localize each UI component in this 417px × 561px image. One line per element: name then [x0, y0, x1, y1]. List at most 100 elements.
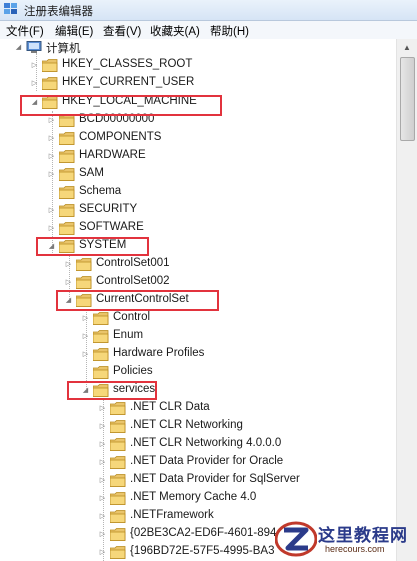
tree-node-label[interactable]: SAM: [79, 167, 104, 179]
tree-node-label[interactable]: Enum: [113, 329, 143, 341]
tree-node-label[interactable]: SECURITY: [79, 203, 137, 215]
collapse-arrow-icon[interactable]: ◢: [81, 386, 90, 395]
title-bar: 注册表编辑器: [0, 0, 417, 21]
expand-arrow-icon[interactable]: ▷: [64, 260, 73, 269]
expand-arrow-icon[interactable]: ▷: [47, 206, 56, 215]
tree-node-service[interactable]: ▷ .NET Data Provider for Oracle: [0, 454, 396, 472]
tree-node-label[interactable]: {196BD72E-57F5-4995-BA3: [130, 545, 275, 557]
tree-node-controlset001[interactable]: ▷ ControlSet001: [0, 256, 396, 274]
tree-node-label[interactable]: .NET Data Provider for SqlServer: [130, 473, 300, 485]
expand-arrow-icon[interactable]: ▷: [30, 79, 39, 88]
tree-node-label[interactable]: .NET CLR Data: [130, 401, 210, 413]
expand-arrow-icon[interactable]: ▷: [47, 170, 56, 179]
tree-node-label[interactable]: HKEY_CURRENT_USER: [62, 76, 194, 88]
tree-node-hkey-current-user[interactable]: ▷ HKEY_CURRENT_USER: [0, 75, 396, 93]
tree-node-label[interactable]: HARDWARE: [79, 149, 146, 161]
collapse-arrow-icon[interactable]: ◢: [47, 242, 56, 251]
tree-node-hkey-classes-root[interactable]: ▷ HKEY_CLASSES_ROOT: [0, 57, 396, 75]
expand-arrow-icon[interactable]: ▷: [47, 224, 56, 233]
expand-arrow-icon[interactable]: ▷: [47, 134, 56, 143]
folder-icon: [59, 240, 75, 253]
folder-icon: [93, 366, 109, 379]
scroll-up-icon[interactable]: ▲: [397, 39, 417, 57]
tree-node-label[interactable]: Policies: [113, 365, 153, 377]
collapse-arrow-icon[interactable]: ◢: [64, 296, 73, 305]
tree-node-label[interactable]: Hardware Profiles: [113, 347, 204, 359]
expand-arrow-icon[interactable]: ▷: [98, 548, 107, 557]
tree-node-control[interactable]: ▷ Control: [0, 310, 396, 328]
tree-node-hardware[interactable]: ▷ HARDWARE: [0, 148, 396, 166]
collapse-arrow-icon[interactable]: ◢: [14, 43, 23, 52]
tree-node-service[interactable]: ▷ .NET Memory Cache 4.0: [0, 490, 396, 508]
tree-node-computer[interactable]: ◢ 计算机: [0, 39, 396, 57]
tree-node-sam[interactable]: ▷ SAM: [0, 166, 396, 184]
folder-icon: [59, 168, 75, 181]
registry-tree[interactable]: ◢ 计算机 ▷ HKEY_CLASSES_ROOT ▷ HKEY_CURRENT_USER…: [0, 39, 396, 561]
tree-node-hardware-profiles[interactable]: ▷ Hardware Profiles: [0, 346, 396, 364]
tree-node-service[interactable]: ▷ .NET CLR Networking: [0, 418, 396, 436]
tree-node-components[interactable]: ▷ COMPONENTS: [0, 130, 396, 148]
folder-icon: [93, 384, 109, 397]
tree-node-label[interactable]: .NET CLR Networking: [130, 419, 243, 431]
tree-node-label[interactable]: Control: [113, 311, 150, 323]
tree-node-label[interactable]: .NET CLR Networking 4.0.0.0: [130, 437, 281, 449]
tree-node-currentcontrolset[interactable]: ◢ CurrentControlSet: [0, 292, 396, 310]
expand-arrow-icon[interactable]: ▷: [64, 278, 73, 287]
vertical-scrollbar[interactable]: ▲: [396, 39, 417, 561]
expand-arrow-icon[interactable]: ▷: [47, 152, 56, 161]
tree-node-system[interactable]: ◢ SYSTEM: [0, 238, 396, 256]
tree-node-label[interactable]: services: [113, 383, 155, 395]
expand-arrow-icon[interactable]: ▷: [98, 530, 107, 539]
tree-node-label[interactable]: {02BE3CA2-ED6F-4601-894: [130, 527, 276, 539]
collapse-arrow-icon[interactable]: ◢: [30, 98, 39, 107]
menu-help[interactable]: 帮助(H): [210, 23, 249, 39]
expand-arrow-icon[interactable]: ▷: [81, 314, 90, 323]
tree-node-service[interactable]: ▷ .NET CLR Networking 4.0.0.0: [0, 436, 396, 454]
tree-node-label[interactable]: 计算机: [46, 40, 81, 56]
menu-edit[interactable]: 编辑(E): [55, 23, 93, 39]
menu-view[interactable]: 查看(V): [103, 23, 141, 39]
tree-node-service[interactable]: ▷ .NET CLR Data: [0, 400, 396, 418]
tree-node-security[interactable]: ▷ SECURITY: [0, 202, 396, 220]
expand-arrow-icon[interactable]: ▷: [30, 61, 39, 70]
menu-favorites[interactable]: 收藏夹(A): [150, 23, 200, 39]
tree-node-schema[interactable]: Schema: [0, 184, 396, 202]
expand-arrow-icon[interactable]: ▷: [98, 422, 107, 431]
tree-node-label[interactable]: Schema: [79, 185, 121, 197]
expand-arrow-icon[interactable]: ▷: [47, 116, 56, 125]
tree-node-label[interactable]: ControlSet002: [96, 275, 170, 287]
folder-icon: [110, 474, 126, 487]
expand-arrow-icon[interactable]: ▷: [98, 440, 107, 449]
tree-node-label[interactable]: COMPONENTS: [79, 131, 161, 143]
tree-node-label[interactable]: SYSTEM: [79, 239, 126, 251]
folder-icon: [76, 258, 92, 271]
tree-node-label[interactable]: .NET Memory Cache 4.0: [130, 491, 256, 503]
folder-icon: [59, 150, 75, 163]
tree-node-service[interactable]: ▷ .NET Data Provider for SqlServer: [0, 472, 396, 490]
expand-arrow-icon[interactable]: ▷: [98, 494, 107, 503]
expand-arrow-icon[interactable]: ▷: [81, 350, 90, 359]
tree-node-enum[interactable]: ▷ Enum: [0, 328, 396, 346]
expand-arrow-icon[interactable]: ▷: [98, 476, 107, 485]
tree-node-controlset002[interactable]: ▷ ControlSet002: [0, 274, 396, 292]
expand-arrow-icon[interactable]: ▷: [98, 458, 107, 467]
expand-arrow-icon[interactable]: ▷: [98, 512, 107, 521]
menu-file[interactable]: 文件(F): [6, 23, 44, 39]
tree-node-label[interactable]: SOFTWARE: [79, 221, 144, 233]
folder-icon: [76, 294, 92, 307]
tree-node-policies[interactable]: Policies: [0, 364, 396, 382]
expand-arrow-icon[interactable]: ▷: [98, 404, 107, 413]
tree-node-label[interactable]: .NET Data Provider for Oracle: [130, 455, 283, 467]
tree-node-software[interactable]: ▷ SOFTWARE: [0, 220, 396, 238]
tree-node-label[interactable]: HKEY_CLASSES_ROOT: [62, 58, 192, 70]
tree-node-hkey-local-machine[interactable]: ◢ HKEY_LOCAL_MACHINE: [0, 94, 396, 112]
tree-node-label[interactable]: .NETFramework: [130, 509, 214, 521]
tree-node-label[interactable]: HKEY_LOCAL_MACHINE: [62, 95, 197, 107]
tree-node-label[interactable]: BCD00000000: [79, 113, 154, 125]
tree-node-label[interactable]: CurrentControlSet: [96, 293, 189, 305]
scrollbar-thumb[interactable]: [400, 57, 415, 141]
tree-node-services[interactable]: ◢ services: [0, 382, 396, 400]
tree-node-label[interactable]: ControlSet001: [96, 257, 170, 269]
tree-node-bcd[interactable]: ▷ BCD00000000: [0, 112, 396, 130]
expand-arrow-icon[interactable]: ▷: [81, 332, 90, 341]
